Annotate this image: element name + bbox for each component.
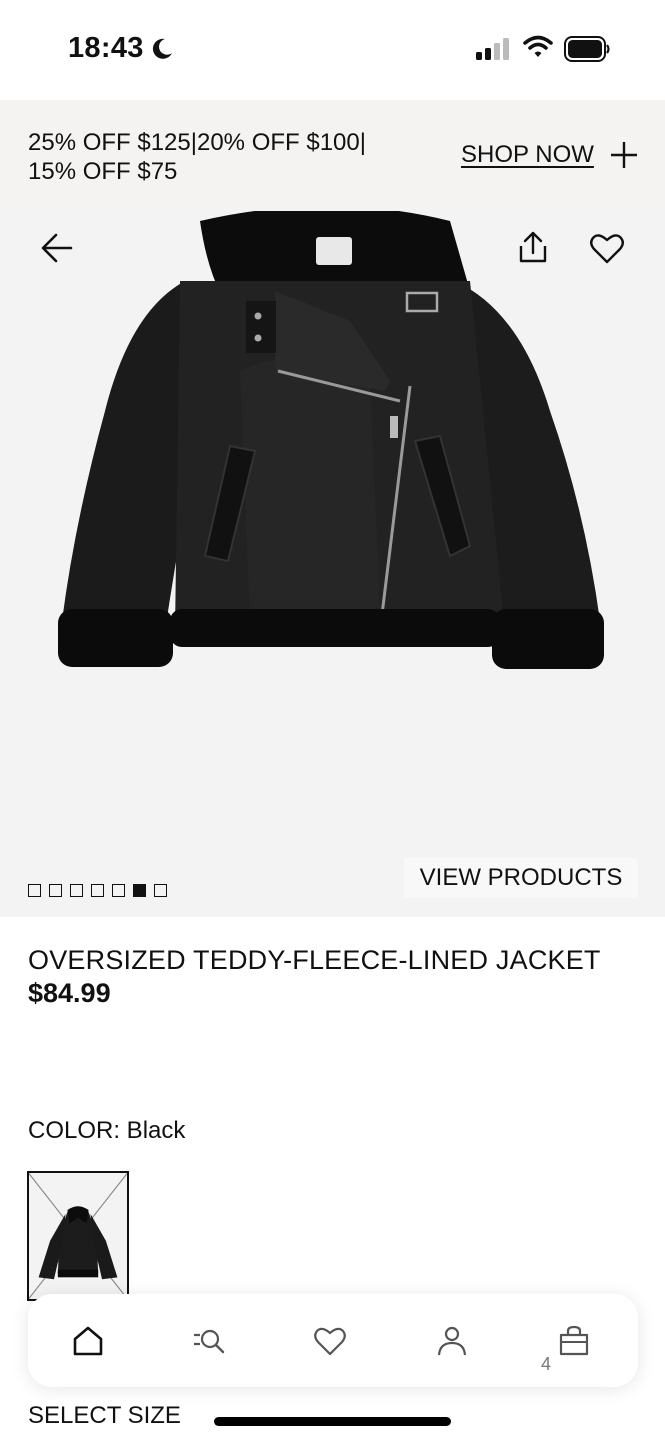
share-icon[interactable] (514, 229, 552, 267)
color-swatch-black[interactable] (27, 1171, 129, 1301)
search-icon (194, 1329, 225, 1353)
status-time: 18:43 (68, 32, 144, 64)
pagination-dot[interactable] (70, 884, 83, 897)
home-icon (73, 1326, 103, 1355)
product-title: OVERSIZED TEDDY-FLEECE-LINED JACKET (28, 945, 601, 975)
heart-icon[interactable] (589, 231, 625, 265)
shop-now-link[interactable]: SHOP NOW (461, 141, 594, 169)
nav-search[interactable] (169, 1294, 249, 1387)
pagination-dot[interactable] (49, 884, 62, 897)
gallery-pagination-dots (28, 884, 167, 897)
promo-text: 25% OFF $125|20% OFF $100| 15% OFF $75 (28, 129, 366, 185)
select-size-label: SELECT SIZE (28, 1402, 181, 1429)
nav-account[interactable] (412, 1294, 492, 1387)
heart-icon (314, 1327, 346, 1355)
wifi-icon (523, 35, 553, 57)
pagination-dot-active[interactable] (133, 884, 146, 897)
pagination-dot[interactable] (154, 884, 167, 897)
shopping-bag-icon (559, 1325, 589, 1355)
pagination-dot[interactable] (91, 884, 104, 897)
swatch-thumbnail (29, 1173, 127, 1299)
color-label: COLOR: Black (28, 1117, 186, 1144)
pagination-dot[interactable] (28, 884, 41, 897)
user-icon (437, 1326, 467, 1355)
product-image-gallery[interactable] (0, 211, 665, 917)
back-arrow-icon[interactable] (38, 229, 76, 267)
nav-favorites[interactable] (290, 1294, 370, 1387)
plus-icon[interactable] (609, 140, 639, 170)
view-products-button[interactable]: VIEW PRODUCTS (404, 858, 638, 898)
product-price: $84.99 (28, 978, 111, 1008)
cellular-signal-icon (476, 38, 509, 60)
moon-icon (152, 38, 172, 59)
nav-home[interactable] (48, 1294, 128, 1387)
battery-icon (564, 36, 610, 62)
product-image (58, 211, 604, 669)
pagination-dot[interactable] (112, 884, 125, 897)
bag-count-badge: 4 (540, 1354, 551, 1374)
home-indicator (214, 1417, 451, 1426)
